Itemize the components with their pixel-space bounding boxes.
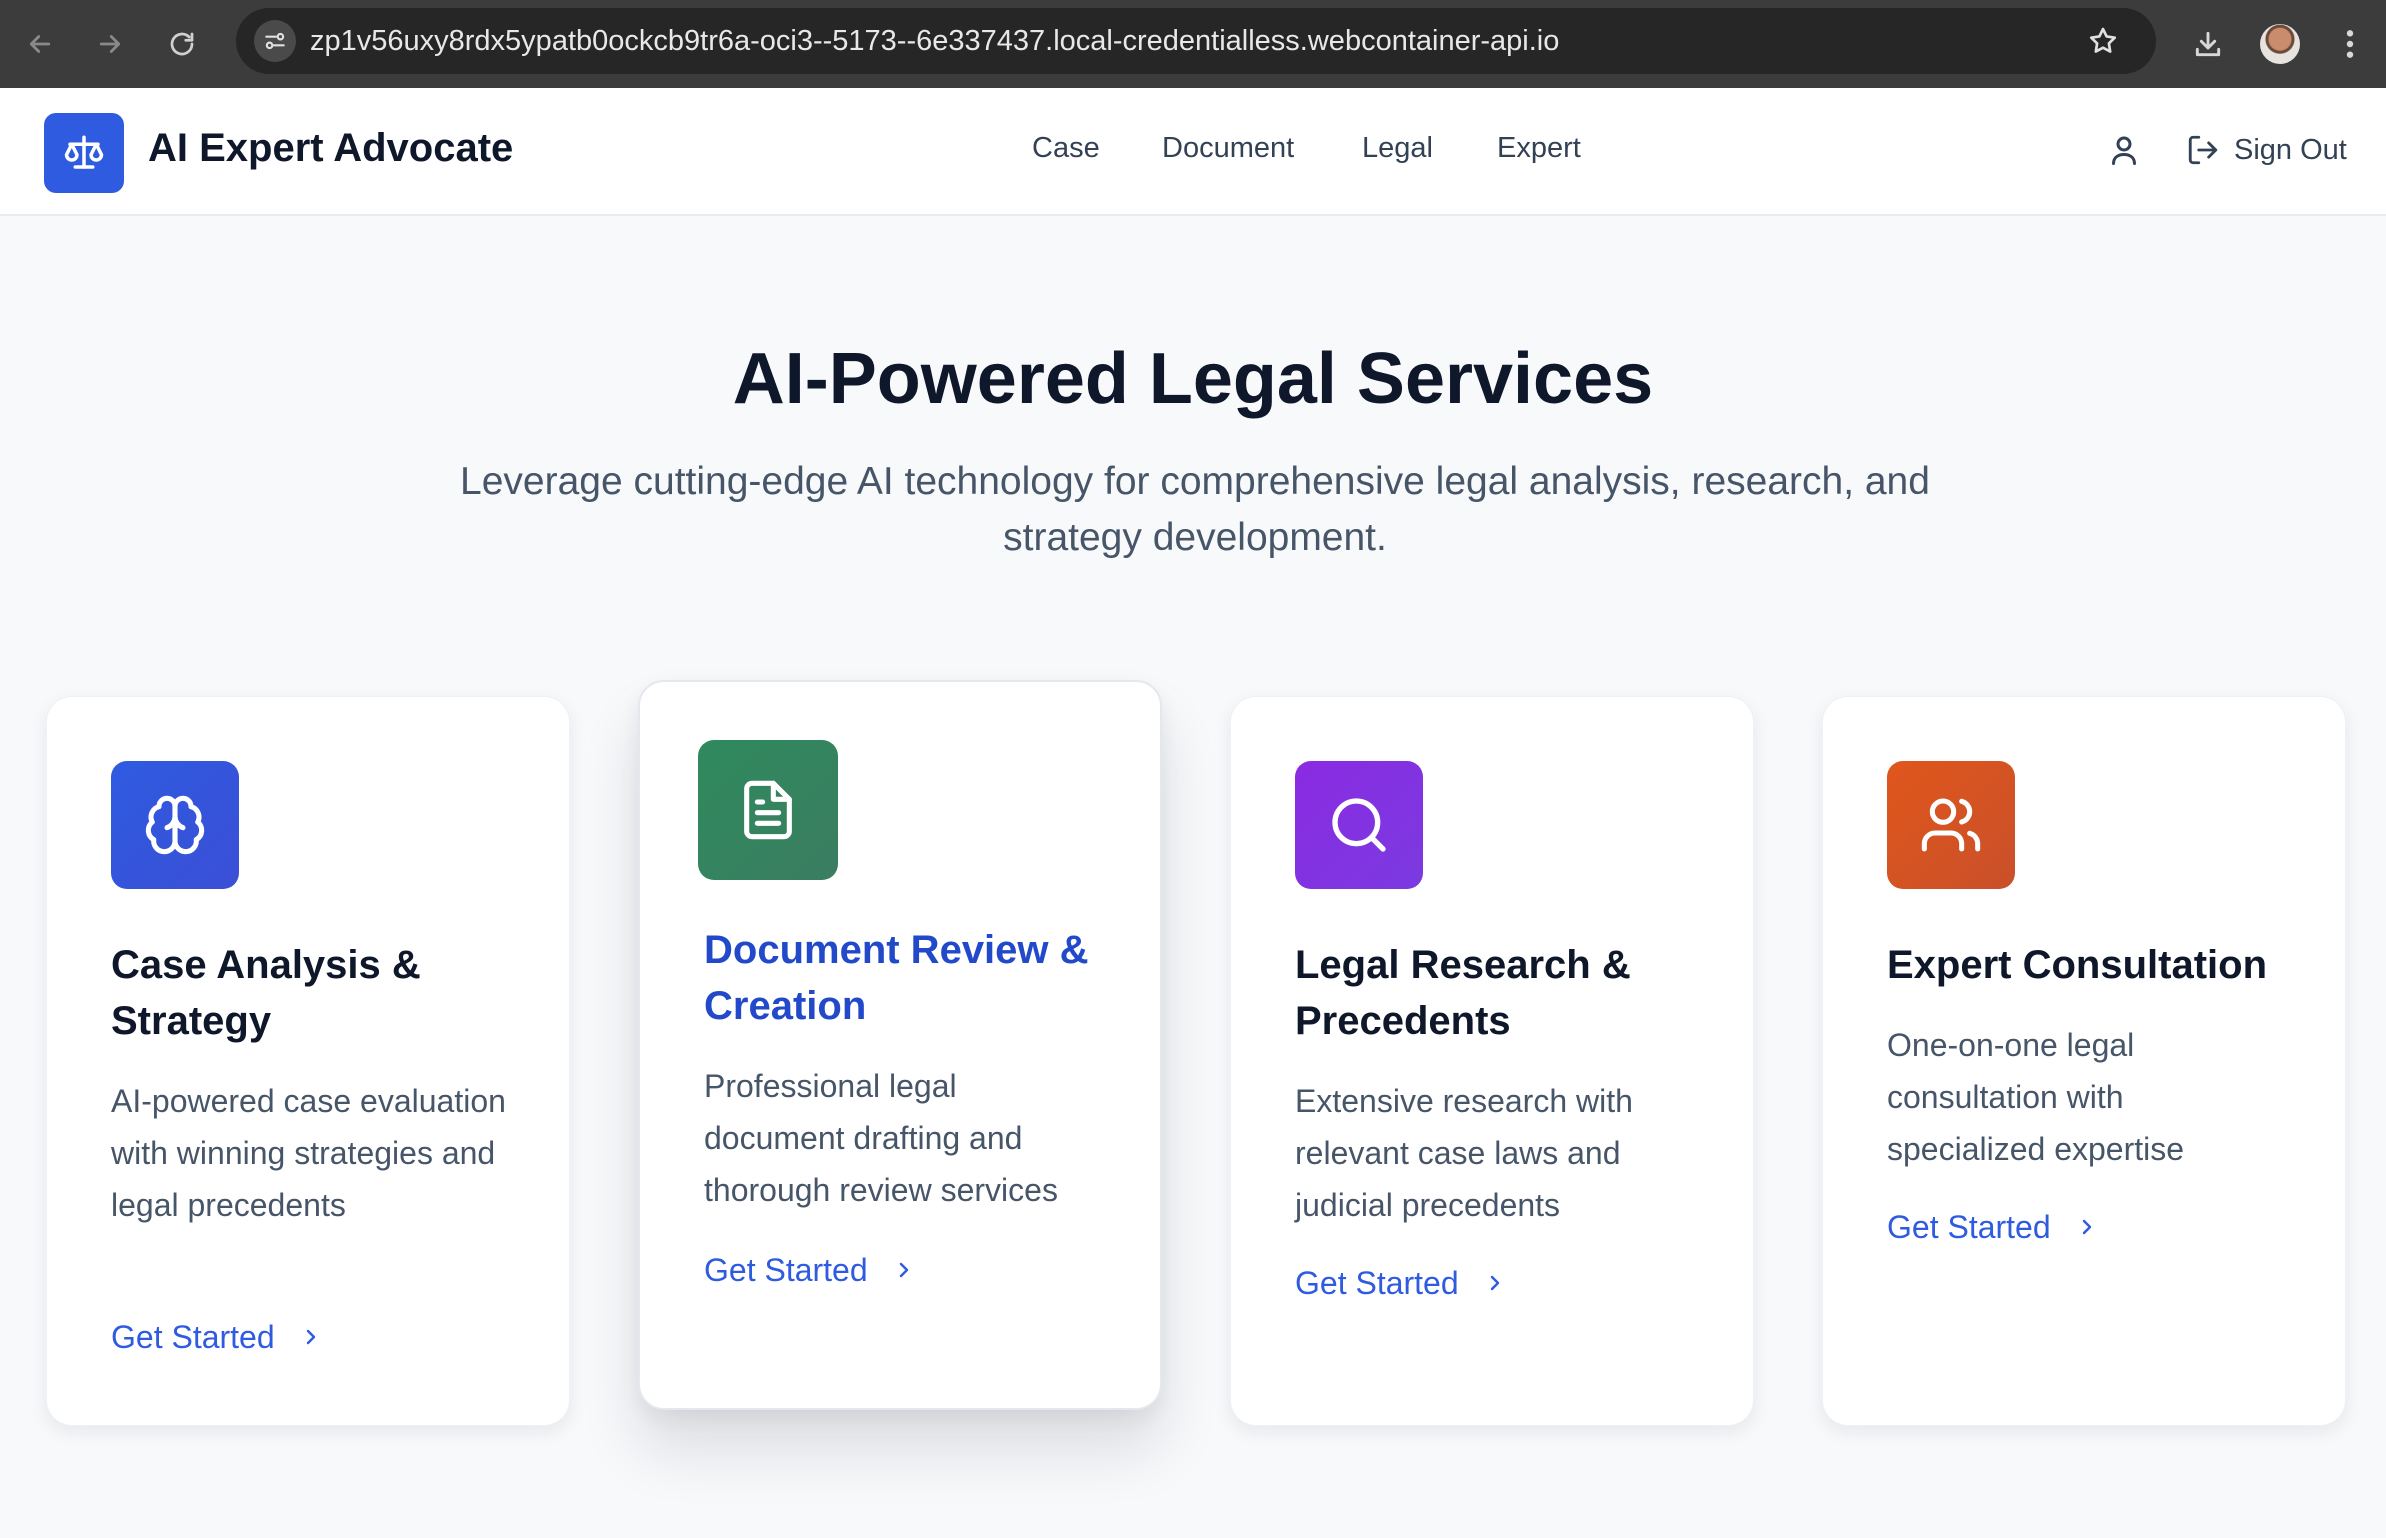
search-icon: [1332, 798, 1386, 852]
chevron-right-icon: [306, 1329, 315, 1345]
nav-case[interactable]: Case: [1032, 132, 1100, 165]
card-title: Case Analysis & Strategy: [111, 943, 421, 1043]
get-started-label: Get Started: [1887, 1208, 2051, 1245]
chevron-right-icon: [1490, 1275, 1499, 1291]
get-started-label: Get Started: [111, 1318, 275, 1355]
card-icon-box: [111, 761, 239, 889]
nav-expert[interactable]: Expert: [1497, 132, 1581, 165]
forward-button[interactable]: [82, 16, 138, 72]
card-description: AI-powered case evaluation with winning …: [111, 1083, 506, 1223]
app-header: AI Expert Advocate Case Document Legal E…: [0, 88, 2386, 216]
user-profile-button[interactable]: [2106, 132, 2142, 168]
card-title: Legal Research & Precedents: [1295, 943, 1631, 1043]
reload-icon: [170, 32, 194, 56]
card-icon-box: [1295, 761, 1423, 889]
service-card-expert-consultation[interactable]: Expert Consultation One-on-one legal con…: [1822, 696, 2346, 1426]
get-started-link[interactable]: Get Started: [704, 1246, 916, 1294]
card-icon-box: [1887, 761, 2015, 889]
logout-icon: [2188, 135, 2218, 165]
service-card-legal-research[interactable]: Legal Research & Precedents Extensive re…: [1230, 696, 1754, 1426]
profile-button[interactable]: [2252, 16, 2308, 72]
sign-out-button[interactable]: Sign Out: [2186, 128, 2347, 172]
card-description: Professional legal document drafting and…: [704, 1068, 1058, 1208]
arrow-right-icon: [99, 35, 121, 53]
downloads-button[interactable]: [2180, 16, 2236, 72]
sign-out-label: Sign Out: [2234, 133, 2347, 166]
nav-legal[interactable]: Legal: [1362, 132, 1433, 165]
page-subtitle: Leverage cutting-edge AI technology for …: [460, 460, 1930, 559]
document-icon: [744, 780, 792, 840]
browser-menu-button[interactable]: [2322, 16, 2378, 72]
card-title: Document Review & Creation: [704, 928, 1089, 1028]
avatar: [2260, 24, 2300, 64]
site-settings-icon[interactable]: [254, 20, 296, 62]
brain-icon: [145, 795, 205, 855]
card-title: Expert Consultation: [1887, 943, 2268, 987]
get-started-link[interactable]: Get Started: [111, 1313, 323, 1361]
bookmark-star-icon[interactable]: [2078, 16, 2128, 66]
chevron-right-icon: [899, 1262, 908, 1278]
chevron-right-icon: [2082, 1219, 2091, 1235]
get-started-link[interactable]: Get Started: [1887, 1203, 2099, 1251]
get-started-label: Get Started: [704, 1251, 868, 1288]
page-title: AI-Powered Legal Services: [732, 339, 1654, 419]
service-card-case-analysis[interactable]: Case Analysis & Strategy AI-powered case…: [46, 696, 570, 1426]
get-started-label: Get Started: [1295, 1264, 1459, 1301]
card-icon-box: [698, 740, 838, 880]
arrow-left-icon: [29, 35, 51, 53]
nav-document[interactable]: Document: [1162, 132, 1294, 165]
browser-chrome: zp1v56uxy8rdx5ypatb0ockcb9tr6a-oci3--517…: [0, 0, 2386, 88]
card-description: Extensive research with relevant case la…: [1295, 1083, 1633, 1223]
user-icon: [2112, 136, 2136, 165]
kebab-menu-icon: [2346, 30, 2354, 58]
reload-button[interactable]: [154, 16, 210, 72]
card-description: One-on-one legal consultation with speci…: [1887, 1027, 2185, 1167]
get-started-link[interactable]: Get Started: [1295, 1259, 1507, 1307]
main-nav: Case Document Legal Expert: [0, 132, 2386, 172]
users-icon: [1921, 798, 1981, 852]
url-text[interactable]: zp1v56uxy8rdx5ypatb0ockcb9tr6a-oci3--517…: [310, 8, 1559, 74]
back-button[interactable]: [12, 16, 68, 72]
download-icon: [2195, 31, 2221, 57]
address-bar[interactable]: zp1v56uxy8rdx5ypatb0ockcb9tr6a-oci3--517…: [236, 8, 2156, 74]
service-card-document-review[interactable]: Document Review & Creation Professional …: [638, 680, 1162, 1410]
